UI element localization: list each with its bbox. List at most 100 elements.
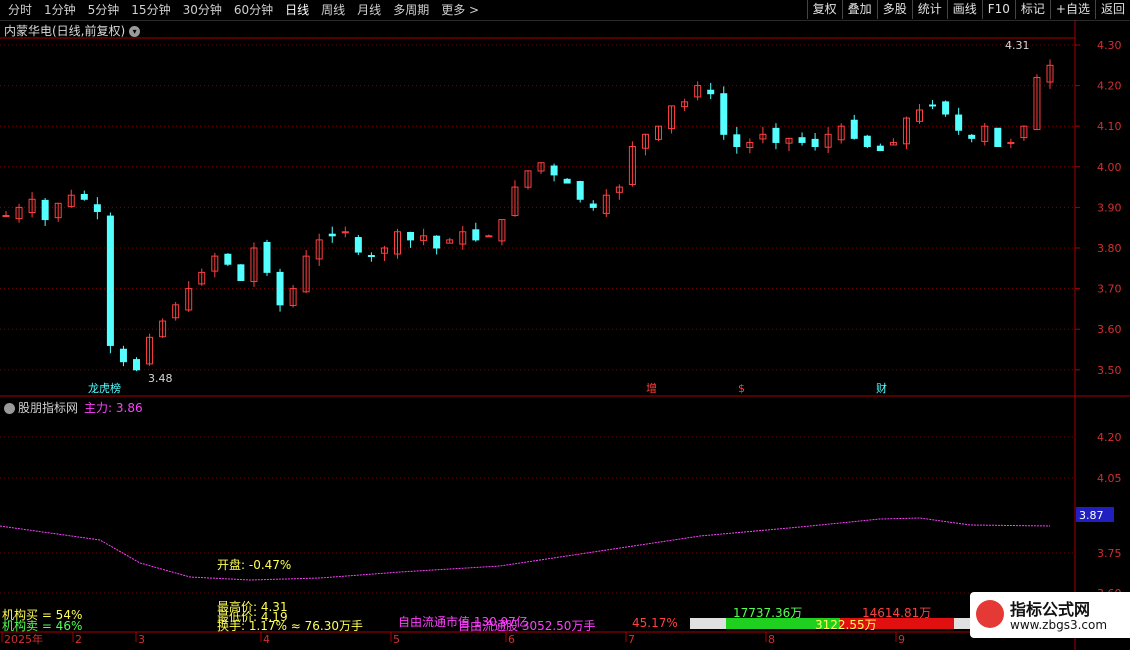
watermark: 指标公式网 www.zbgs3.com (970, 592, 1130, 638)
candle-body (224, 253, 232, 265)
candle-body (185, 288, 193, 311)
candle-body (550, 165, 558, 176)
candle-body (615, 186, 623, 193)
axis-tick-label: 3.50 (1097, 364, 1122, 377)
candle-body (694, 85, 702, 98)
open-label: 开盘: -0.47% (217, 558, 292, 572)
candle-body (93, 204, 101, 212)
current-value-label: 3.87 (1079, 509, 1104, 522)
candle-body (250, 247, 258, 283)
period-tab-0[interactable]: 分时 (2, 1, 38, 19)
tool-button-8[interactable]: 返回 (1094, 0, 1130, 19)
candle-body (198, 271, 206, 285)
tool-button-5[interactable]: F10 (981, 0, 1015, 19)
candle-body (498, 219, 506, 242)
candle-body (524, 170, 532, 188)
period-tab-6[interactable]: 日线 (279, 1, 315, 19)
period-tab-2[interactable]: 5分钟 (82, 1, 126, 19)
period-tab-1[interactable]: 1分钟 (38, 1, 82, 19)
candle-body (811, 138, 819, 147)
stock-title[interactable]: 内蒙华电(日线,前复权) ▾ (4, 22, 141, 39)
period-tab-5[interactable]: 60分钟 (228, 1, 279, 19)
top-toolbar: 分时 1分钟 5分钟 15分钟 30分钟 60分钟 日线 周线 月线 多周期 更多 > 复权 叠加 多股… (0, 0, 1130, 21)
candle-body (67, 194, 75, 208)
candle-body (407, 231, 415, 241)
float-shares: 自由流通股 3052.50万手 (458, 619, 596, 633)
candle-body (628, 146, 636, 185)
period-tab-8[interactable]: 月线 (351, 1, 387, 19)
candle-body (211, 255, 219, 272)
tool-buttons: 复权 叠加 多股 统计 画线 F10 标记 +自选 返回 (806, 0, 1130, 19)
candle-body (2, 215, 10, 218)
period-tab-9[interactable]: 多周期 (387, 1, 435, 19)
candle-body (668, 105, 676, 130)
candle-body (367, 255, 375, 258)
candle-body (929, 104, 937, 107)
indicator-title[interactable]: 股朋指标网 主力: 3.86 (4, 399, 143, 416)
date-label: 9 (898, 633, 905, 646)
bar-gray-left (690, 618, 726, 629)
stock-title-text: 内蒙华电(日线,前复权) (4, 24, 126, 38)
event-marker: 龙虎榜 (88, 381, 121, 395)
candle-body (537, 162, 545, 172)
date-label: 6 (508, 633, 515, 646)
indicator-axis-label: 4.05 (1097, 472, 1122, 485)
candle-body (80, 193, 88, 200)
period-tab-4[interactable]: 30分钟 (177, 1, 228, 19)
low-price-label: 3.48 (148, 372, 173, 385)
date-label: 8 (768, 633, 775, 646)
tool-button-3[interactable]: 统计 (911, 0, 947, 19)
event-marker: 财 (876, 381, 887, 395)
candle-body (15, 206, 23, 220)
axis-tick-label: 4.10 (1097, 120, 1122, 133)
candle-body (354, 237, 362, 253)
candle-body (446, 239, 454, 244)
chevron-down-icon[interactable] (4, 403, 15, 414)
event-marker: $ (738, 382, 745, 395)
period-tab-3[interactable]: 15分钟 (125, 1, 176, 19)
tool-button-2[interactable]: 多股 (876, 0, 912, 19)
axis-tick-label: 4.20 (1097, 80, 1122, 93)
candle-body (1020, 125, 1028, 139)
turnover: 换手: 1.17% ≈ 76.30万手 (217, 619, 364, 633)
candle-body (119, 348, 127, 363)
candle-body (798, 137, 806, 143)
axis-tick-label: 3.70 (1097, 283, 1122, 296)
date-label: 2025年 (4, 632, 43, 646)
axis-tick-label: 4.30 (1097, 39, 1122, 52)
candle-body (302, 255, 310, 293)
candle-body (589, 203, 597, 208)
period-tab-10[interactable]: 更多 > (435, 1, 485, 19)
candle-body (889, 141, 897, 146)
tool-button-4[interactable]: 画线 (946, 0, 982, 19)
candle-body (472, 229, 480, 241)
date-label: 3 (138, 633, 145, 646)
candle-body (315, 239, 323, 260)
tool-button-0[interactable]: 复权 (806, 0, 842, 19)
candle-body (172, 304, 180, 319)
candle-body (602, 194, 610, 214)
tool-button-7[interactable]: +自选 (1049, 0, 1095, 19)
candle-body (1007, 141, 1015, 145)
candle-body (994, 127, 1002, 147)
candle-body (916, 109, 923, 122)
high-price-label: 4.31 (1005, 39, 1030, 52)
candle-body (837, 125, 845, 141)
candle-body (733, 134, 741, 148)
tool-button-6[interactable]: 标记 (1014, 0, 1050, 19)
candle-body (981, 125, 989, 142)
candle-body (876, 145, 884, 152)
candle-body (850, 119, 858, 139)
axis-tick-label: 3.90 (1097, 201, 1122, 214)
axis-tick-label: 3.80 (1097, 242, 1122, 255)
chevron-down-icon[interactable]: ▾ (129, 26, 141, 37)
candle-body (641, 133, 649, 149)
candle-body (433, 235, 441, 249)
tool-button-1[interactable]: 叠加 (841, 0, 877, 19)
candle-body (902, 117, 910, 145)
period-tab-7[interactable]: 周线 (315, 1, 351, 19)
date-label: 2 (75, 633, 82, 646)
date-label: 7 (628, 633, 635, 646)
axis-tick-label: 3.60 (1097, 323, 1122, 336)
candle-body (54, 202, 62, 219)
